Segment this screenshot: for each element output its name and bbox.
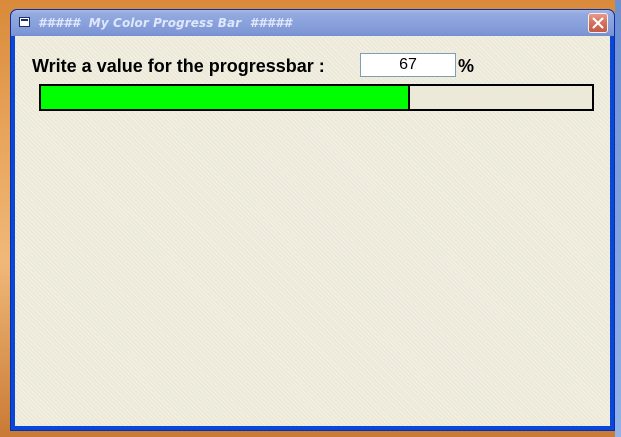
app-window: ##### My Color Progress Bar ##### Write … bbox=[10, 9, 615, 431]
percent-label: % bbox=[458, 56, 475, 76]
prompt-label: Write a value for the progressbar : bbox=[32, 56, 325, 76]
form-client-area: Write a value for the progressbar : % bbox=[15, 36, 610, 426]
progress-fill bbox=[41, 86, 411, 109]
color-progress-bar bbox=[39, 84, 594, 111]
title-bar[interactable]: ##### My Color Progress Bar ##### bbox=[11, 10, 614, 36]
application-window-icon[interactable] bbox=[19, 17, 30, 27]
desktop-background-edge bbox=[615, 0, 621, 437]
window-title: ##### My Color Progress Bar ##### bbox=[38, 16, 293, 30]
close-button[interactable] bbox=[588, 13, 608, 33]
value-input[interactable] bbox=[360, 53, 456, 77]
close-x-icon bbox=[592, 17, 604, 29]
